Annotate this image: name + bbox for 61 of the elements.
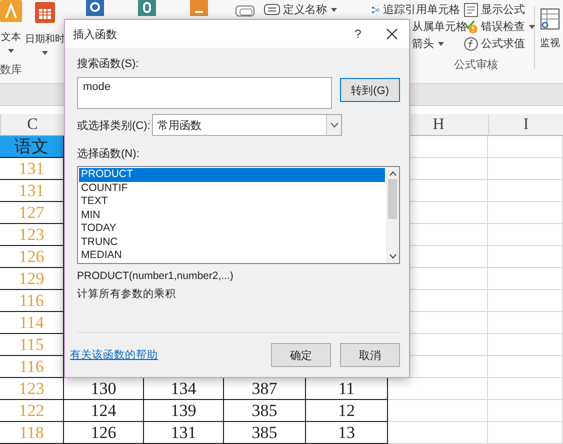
function-list-item[interactable]: COUNTIF — [79, 182, 385, 195]
help-link[interactable]: 有关该函数的帮助 — [70, 348, 158, 362]
ribbon-button[interactable]: 公式求值 — [481, 36, 525, 51]
define-name-button[interactable]: 定义名称 — [283, 2, 337, 17]
go-button[interactable]: 转到(G) — [340, 78, 400, 102]
table-cell: 124 — [64, 400, 144, 422]
group-label: 数库 — [0, 62, 23, 77]
caret-icon — [438, 42, 444, 46]
scroll-up-icon — [388, 171, 396, 176]
formula-sheet-icon — [464, 2, 478, 16]
table-cell: 385 — [224, 400, 306, 422]
table-cell: 123 — [0, 378, 64, 400]
table-cell: 131 — [144, 422, 224, 444]
caret-icon — [42, 51, 48, 55]
ribbon-button[interactable]: 箭头 — [412, 36, 444, 51]
scroll-down-icon — [388, 254, 396, 259]
function-list-item[interactable]: TRUNC — [79, 236, 385, 249]
scrollbar[interactable] — [386, 167, 399, 263]
ribbon-button[interactable]: 日期和时 — [25, 32, 65, 55]
category-label: 或选择类别(C): — [77, 118, 150, 132]
caret-icon — [331, 8, 337, 12]
search-field[interactable]: mode — [77, 77, 332, 109]
help-button[interactable]: ? — [341, 21, 375, 47]
category-dropdown[interactable]: 常用函数 — [152, 114, 342, 136]
function-list-item[interactable]: TEXT — [79, 195, 385, 208]
function-icon — [464, 36, 478, 50]
table-cell: 13 — [306, 422, 388, 444]
ribbon-button[interactable]: 追踪引用单元格 — [383, 2, 460, 17]
table-cell: 126 — [64, 422, 144, 444]
dialog-button[interactable]: 确定 — [271, 343, 331, 367]
ribbon-button[interactable]: 从属单元格 — [412, 19, 467, 34]
caret-icon — [8, 49, 14, 53]
column-header[interactable]: C — [0, 114, 64, 136]
dialog-title: 插入函数 — [73, 28, 118, 42]
watch-window-icon — [540, 8, 560, 30]
function-list-item[interactable]: PRODUCT — [79, 168, 385, 182]
table-header-cell: 语文 — [0, 136, 64, 158]
function-description: 计算所有参数的乘积 — [77, 287, 177, 301]
watch-window-button[interactable]: 监视 — [540, 36, 560, 50]
function-list-label: 选择函数(N): — [77, 147, 140, 161]
tag-icon — [264, 4, 280, 15]
table-cell: 139 — [144, 400, 224, 422]
close-icon — [386, 28, 398, 40]
column-header[interactable]: I — [488, 114, 563, 136]
group-label: 公式审核 — [454, 58, 499, 72]
dialog-button[interactable]: 取消 — [340, 343, 400, 367]
table-cell: 385 — [224, 422, 306, 444]
function-list-item[interactable]: TODAY — [79, 222, 385, 236]
table-cell: 12 — [306, 400, 388, 422]
ribbon-button[interactable]: 文本 — [1, 30, 21, 53]
search-label: 搜索函数(S): — [77, 56, 140, 71]
function-syntax: PRODUCT(number1,number2,...) — [77, 270, 234, 282]
name-manager-icon — [234, 4, 256, 18]
table-cell: 118 — [0, 422, 64, 444]
ribbon-button[interactable]: 显示公式 — [481, 2, 525, 17]
table-cell: 122 — [0, 400, 64, 422]
caret-icon — [529, 24, 535, 28]
ribbon-button[interactable]: 错误检查 — [481, 19, 535, 34]
chevron-down-icon — [330, 122, 339, 128]
function-list-item[interactable]: MEDIAN — [79, 249, 385, 262]
function-list-item[interactable]: MIN — [79, 208, 385, 222]
